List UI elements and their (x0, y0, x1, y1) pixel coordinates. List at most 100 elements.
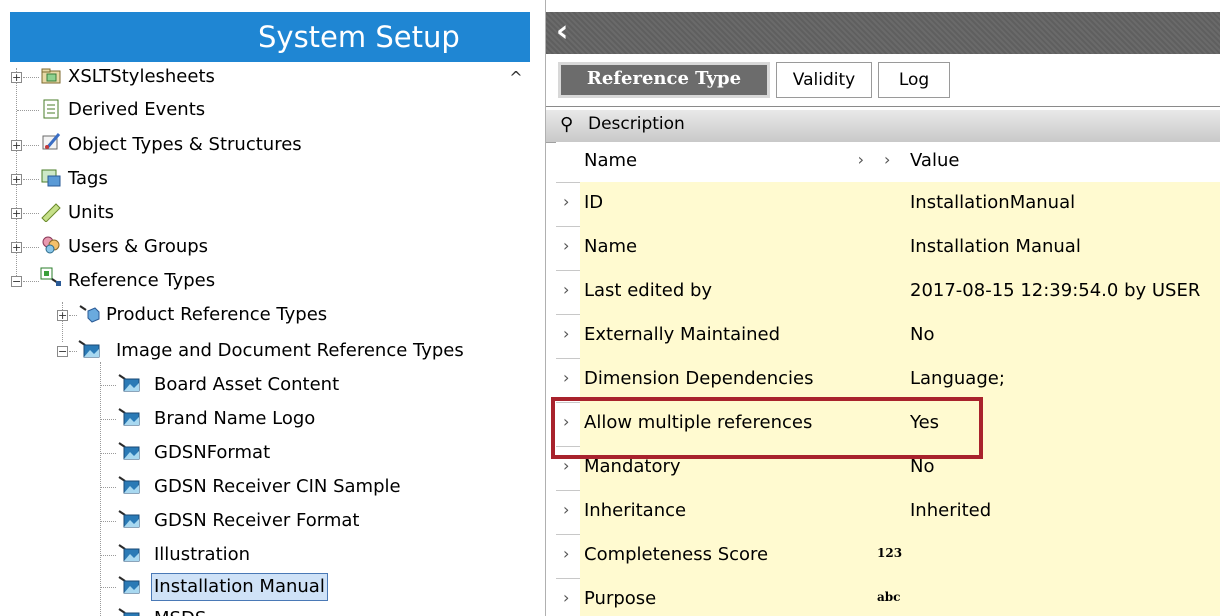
property-value-cell[interactable] (906, 578, 1220, 616)
tree-item-units[interactable]: + Units (0, 198, 530, 228)
property-name-cell: Name (580, 226, 873, 270)
row-expander[interactable]: › (556, 270, 581, 314)
tree-item-installation-manual[interactable]: Installation Manual (0, 572, 530, 602)
table-row[interactable]: › Completeness Score 123 (556, 534, 1220, 579)
tree-item-label: Product Reference Types (106, 304, 328, 325)
text-type-icon: abc (877, 590, 901, 604)
expand-icon[interactable]: + (11, 242, 22, 253)
table-row[interactable]: › Mandatory No (556, 446, 1220, 491)
tab-log[interactable]: Log (878, 62, 950, 98)
section-header[interactable]: ⚲ Description (546, 110, 1220, 143)
chevron-right-icon: › (563, 588, 570, 607)
row-expander[interactable]: › (556, 490, 581, 534)
expand-icon[interactable]: + (11, 174, 22, 185)
property-value-cell[interactable]: Language; (906, 358, 1220, 402)
property-name-cell: ID (580, 182, 873, 226)
table-row[interactable]: › Inheritance Inherited (556, 490, 1220, 535)
column-header-type[interactable]: › (872, 142, 907, 182)
document-icon (43, 99, 59, 119)
image-reference-icon (118, 608, 140, 616)
property-name-cell: Completeness Score (580, 534, 873, 578)
row-expander[interactable]: › (556, 314, 581, 358)
tree-item-board-asset-content[interactable]: Board Asset Content (0, 370, 530, 400)
tree-item-gdsn-receiver-cin-sample[interactable]: GDSN Receiver CIN Sample (0, 472, 530, 502)
tree-item-users-groups[interactable]: + Users & Groups (0, 232, 530, 262)
tree-item-object-types[interactable]: + Object Types & Structures (0, 130, 530, 160)
table-row[interactable]: › Last edited by 2017-08-15 12:39:54.0 b… (556, 270, 1220, 315)
tab-label: Validity (792, 70, 856, 90)
tree-item-image-document-reference-types[interactable]: − Image and Document Reference Types (0, 336, 530, 366)
type-cell (872, 226, 907, 270)
property-name-cell: Dimension Dependencies (580, 358, 873, 402)
collapse-icon[interactable]: − (11, 276, 22, 287)
collapse-icon[interactable]: − (57, 346, 68, 357)
tree-item-msds[interactable]: MSDS (0, 604, 530, 616)
tree-item-illustration[interactable]: Illustration (0, 540, 530, 570)
chevron-right-icon[interactable]: › (858, 150, 864, 169)
panel-title-bar: System Setup (10, 12, 530, 62)
property-value-cell[interactable]: InstallationManual (906, 182, 1220, 226)
row-expander[interactable]: › (556, 534, 581, 578)
chevron-right-icon: › (563, 324, 570, 343)
property-name: Dimension Dependencies (584, 368, 814, 389)
row-expander[interactable]: › (556, 358, 581, 402)
splitter[interactable] (535, 0, 545, 616)
tree-item-label: Brand Name Logo (154, 408, 316, 429)
tree-item-gdsnformat[interactable]: GDSNFormat (0, 438, 530, 468)
expand-icon[interactable]: + (11, 140, 22, 151)
chevron-left-icon[interactable]: ‹ (556, 14, 568, 49)
property-value: Language; (910, 368, 1005, 389)
tab-label: Reference Type (586, 68, 742, 89)
row-expander[interactable]: › (556, 578, 581, 616)
row-expander[interactable]: › (556, 402, 581, 446)
table-row[interactable]: › ID InstallationManual (556, 182, 1220, 227)
column-header-value[interactable]: Value (906, 142, 1220, 182)
panel-title: System Setup (258, 20, 460, 54)
property-name: Name (584, 236, 638, 257)
property-value-cell[interactable]: Inherited (906, 490, 1220, 534)
detail-header: ‹ (546, 12, 1220, 54)
type-cell (872, 314, 907, 358)
property-value-cell[interactable]: Yes (906, 402, 1220, 446)
property-name: Last edited by (584, 280, 713, 301)
tree-item-brand-name-logo[interactable]: Brand Name Logo (0, 404, 530, 434)
table-row[interactable]: › Purpose abc (556, 578, 1220, 616)
tree-item-xsltstylesheets[interactable]: + XSLTStylesheets (0, 62, 530, 92)
property-value-cell[interactable]: No (906, 314, 1220, 358)
property-value: 2017-08-15 12:39:54.0 by USER (910, 280, 1201, 301)
table-row-highlighted[interactable]: › Allow multiple references Yes (556, 402, 1220, 447)
system-setup-panel: System Setup ^ + XSLTStylesheets Derived… (0, 0, 535, 616)
column-header-name[interactable]: Name › (580, 142, 873, 182)
expand-icon[interactable]: + (11, 72, 22, 83)
chevron-right-icon: › (563, 412, 570, 431)
numeric-type-icon: 123 (877, 546, 903, 560)
tree-item-tags[interactable]: + Tags (0, 164, 530, 194)
table-row[interactable]: › Externally Maintained No (556, 314, 1220, 359)
property-value: Yes (910, 412, 940, 433)
property-value-cell[interactable] (906, 534, 1220, 578)
expand-icon[interactable]: + (57, 310, 68, 321)
property-value-cell[interactable]: 2017-08-15 12:39:54.0 by USER (906, 270, 1220, 314)
tab-reference-type[interactable]: Reference Type (558, 62, 770, 98)
tab-validity[interactable]: Validity (776, 62, 872, 98)
property-value: No (910, 456, 935, 477)
tree-item-product-reference-types[interactable]: + Product Reference Types (0, 300, 530, 330)
property-value-cell[interactable]: Installation Manual (906, 226, 1220, 270)
row-expander[interactable]: › (556, 446, 581, 490)
property-value-cell[interactable]: No (906, 446, 1220, 490)
row-expander[interactable]: › (556, 226, 581, 270)
tree-item-derived-events[interactable]: Derived Events (0, 95, 530, 125)
chevron-right-icon[interactable]: › (884, 150, 890, 169)
type-cell (872, 270, 907, 314)
pin-icon[interactable]: ⚲ (560, 114, 573, 135)
row-expander[interactable]: › (556, 182, 581, 226)
tree-item-gdsn-receiver-format[interactable]: GDSN Receiver Format (0, 506, 530, 536)
chevron-right-icon: › (563, 544, 570, 563)
expand-icon[interactable]: + (11, 208, 22, 219)
table-row[interactable]: › Dimension Dependencies Language; (556, 358, 1220, 403)
tree-item-reference-types[interactable]: − Reference Types (0, 266, 530, 296)
chevron-right-icon: › (563, 456, 570, 475)
image-reference-icon (118, 442, 140, 460)
tree-item-label: Users & Groups (68, 236, 209, 257)
table-row[interactable]: › Name Installation Manual (556, 226, 1220, 271)
